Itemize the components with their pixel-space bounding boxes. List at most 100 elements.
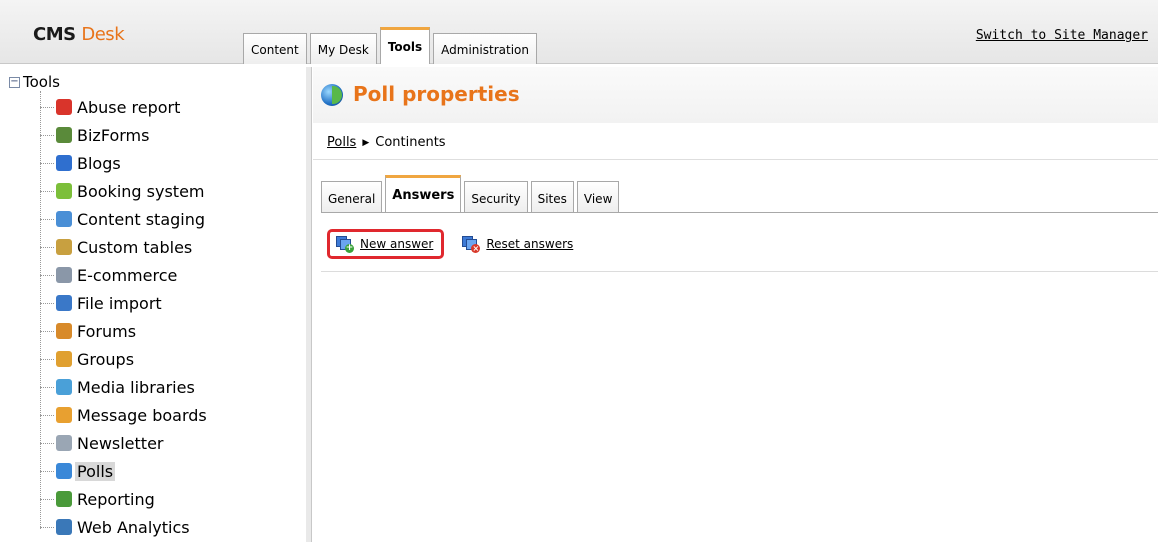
- forums-icon: [56, 323, 72, 339]
- tree-connector: [40, 302, 54, 304]
- tools-tree-panel: − Tools Abuse report BizForms Blogs Booking…: [0, 67, 312, 542]
- sidebar-item-content-staging[interactable]: Content staging: [40, 208, 207, 230]
- sidebar-item-file-import[interactable]: File import: [40, 292, 164, 314]
- poll-tabs: General Answers Security Sites View: [321, 174, 622, 212]
- tab-security[interactable]: Security: [464, 181, 528, 212]
- sidebar-item-label: Web Analytics: [77, 517, 190, 537]
- sidebar-item-booking-system[interactable]: Booking system: [40, 180, 207, 202]
- tab-tools[interactable]: Tools: [379, 27, 431, 64]
- main-content: Poll properties Polls ▶ Continents Gener…: [313, 67, 1158, 542]
- sidebar-item-label: Abuse report: [77, 97, 181, 117]
- tree-connector: [40, 498, 54, 500]
- media-libraries-icon: [56, 379, 72, 395]
- file-import-icon: [56, 295, 72, 311]
- new-answer-label: New answer: [360, 237, 434, 251]
- abuse-report-icon: [56, 99, 72, 115]
- sidebar-item-e-commerce[interactable]: E-commerce: [40, 264, 179, 286]
- sidebar-item-bizforms[interactable]: BizForms: [40, 124, 151, 146]
- sidebar-item-label: Reporting: [77, 489, 155, 509]
- tree-root-tools[interactable]: − Tools: [9, 73, 60, 91]
- tree-connector: [40, 330, 54, 332]
- tree-connector: [40, 274, 54, 276]
- tab-general[interactable]: General: [321, 181, 383, 212]
- tree-connector: [40, 442, 54, 444]
- breadcrumb-arrow-icon: ▶: [362, 137, 370, 148]
- sidebar-item-label: Groups: [77, 349, 135, 369]
- breadcrumb: Polls ▶ Continents: [327, 135, 446, 150]
- sidebar-item-label: Media libraries: [77, 377, 195, 397]
- sidebar-item-label: Content staging: [77, 209, 206, 229]
- top-header: CMS Desk Content My Desk Tools Administr…: [0, 0, 1158, 67]
- booking-system-icon: [56, 183, 72, 199]
- switch-to-site-manager-link[interactable]: Switch to Site Manager: [976, 28, 1148, 43]
- actions-divider: [321, 271, 1158, 272]
- tree-connector: [40, 218, 54, 220]
- actions-bar: + New answer × Reset answers: [327, 229, 573, 259]
- tab-content[interactable]: Content: [243, 33, 307, 64]
- collapse-icon[interactable]: −: [9, 76, 20, 88]
- tree-connector: [40, 414, 54, 416]
- sidebar-item-groups[interactable]: Groups: [40, 348, 136, 370]
- blogs-icon: [56, 155, 72, 171]
- custom-tables-icon: [56, 239, 72, 255]
- tab-sites[interactable]: Sites: [530, 181, 574, 212]
- tree-connector: [40, 470, 54, 472]
- poll-icon: [321, 84, 343, 106]
- ecommerce-icon: [56, 267, 72, 283]
- sidebar-item-reporting[interactable]: Reporting: [40, 488, 157, 510]
- tab-administration[interactable]: Administration: [433, 33, 537, 64]
- reset-answers-button[interactable]: × Reset answers: [462, 236, 573, 253]
- bizforms-icon: [56, 127, 72, 143]
- breadcrumb-polls-link[interactable]: Polls: [327, 135, 356, 150]
- cms-desk-logo: CMS Desk: [33, 24, 125, 45]
- logo-desk-text: Desk: [81, 24, 125, 45]
- sidebar-item-blogs[interactable]: Blogs: [40, 152, 123, 174]
- tree-connector: [40, 134, 54, 136]
- breadcrumb-divider: [313, 159, 1158, 160]
- tree-connector: [40, 190, 54, 192]
- tree-connector: [40, 526, 54, 528]
- new-answer-button[interactable]: + New answer: [327, 229, 445, 259]
- main-tabs: Content My Desk Tools Administration: [243, 27, 540, 64]
- polls-icon: [56, 463, 72, 479]
- tab-view[interactable]: View: [576, 181, 620, 212]
- sidebar-item-newsletter[interactable]: Newsletter: [40, 432, 166, 454]
- tree-connector: [40, 162, 54, 164]
- breadcrumb-current: Continents: [375, 135, 446, 150]
- reset-answers-icon: ×: [462, 236, 481, 253]
- sidebar-item-label: Forums: [77, 321, 137, 341]
- page-header: Poll properties: [313, 67, 1158, 123]
- sidebar-item-polls[interactable]: Polls: [40, 460, 116, 482]
- sidebar-item-label: Message boards: [77, 405, 207, 425]
- tab-answers[interactable]: Answers: [385, 175, 462, 212]
- sidebar-item-label: Booking system: [77, 181, 205, 201]
- sidebar-item-message-boards[interactable]: Message boards: [40, 404, 209, 426]
- reporting-icon: [56, 491, 72, 507]
- sidebar-item-abuse-report[interactable]: Abuse report: [40, 96, 182, 118]
- logo-cms-text: CMS: [33, 24, 76, 45]
- tree-root-label: Tools: [23, 73, 60, 91]
- tree-connector: [40, 106, 54, 108]
- sidebar-item-label: BizForms: [77, 125, 150, 145]
- sidebar-item-label: Polls: [75, 461, 116, 481]
- tree-connector: [40, 246, 54, 248]
- sidebar-item-label: Blogs: [77, 153, 121, 173]
- message-boards-icon: [56, 407, 72, 423]
- new-answer-icon: +: [336, 236, 354, 253]
- page-title: Poll properties: [353, 82, 520, 106]
- sidebar-item-label: Custom tables: [77, 237, 193, 257]
- sidebar-item-label: File import: [77, 293, 162, 313]
- sidebar-item-web-analytics[interactable]: Web Analytics: [40, 516, 192, 538]
- sidebar-item-forums[interactable]: Forums: [40, 320, 138, 342]
- sidebar-item-label: Newsletter: [77, 433, 164, 453]
- sidebar-item-custom-tables[interactable]: Custom tables: [40, 236, 194, 258]
- newsletter-icon: [56, 435, 72, 451]
- web-analytics-icon: [56, 519, 72, 535]
- tree-connector: [40, 386, 54, 388]
- tree-connector: [40, 358, 54, 360]
- content-staging-icon: [56, 211, 72, 227]
- sidebar-item-media-libraries[interactable]: Media libraries: [40, 376, 197, 398]
- sidebar-item-label: E-commerce: [77, 265, 178, 285]
- tab-my-desk[interactable]: My Desk: [309, 33, 377, 64]
- tabs-baseline: [321, 212, 1158, 213]
